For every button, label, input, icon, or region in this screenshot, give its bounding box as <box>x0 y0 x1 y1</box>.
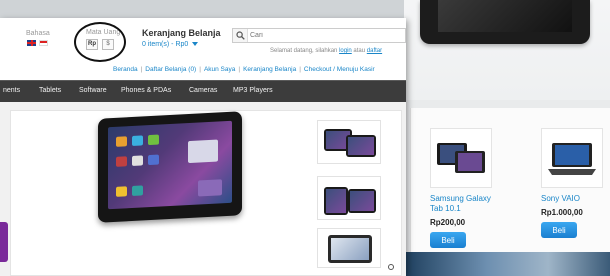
checkout-link[interactable]: Checkout / Menuju Kasir <box>304 66 375 73</box>
nav-item-tablets[interactable]: Tablets <box>39 87 61 94</box>
chevron-down-icon[interactable] <box>192 42 198 46</box>
app-icon <box>132 135 143 146</box>
wishlist-link[interactable]: Daftar Belanja (0) <box>145 66 196 73</box>
featured-tablet-image[interactable] <box>98 111 242 223</box>
nav-item-cameras[interactable]: Cameras <box>189 87 217 94</box>
product-image-sony-vaio[interactable] <box>541 128 603 188</box>
tablet-thumbnail-icon <box>328 235 372 263</box>
slider-thumbnail[interactable] <box>317 228 381 268</box>
search-box <box>232 28 406 43</box>
product-price: Rp200,00 <box>430 218 466 227</box>
category-nav: nents Tablets Software Phones & PDAs Cam… <box>0 80 406 102</box>
search-icon <box>236 31 245 40</box>
thumbnail-screen <box>350 191 374 211</box>
product-card-galaxy-tab: Samsung Galaxy Tab 10.1 Rp200,00 Beli <box>430 128 500 248</box>
slider-pager-dot[interactable] <box>388 264 394 270</box>
top-links-bar: Beranda | Daftar Belanja (0) | Akun Saya | Ker… <box>113 66 375 73</box>
background-photo-strip <box>404 252 610 276</box>
app-icon <box>132 155 143 166</box>
welcome-prefix: Selamat datang, silahkan <box>270 48 338 54</box>
galaxy-tab-image-icon <box>437 143 485 173</box>
welcome-or: atau <box>353 48 366 54</box>
product-card-sony-vaio: Sony VAIO Rp1.000,00 Beli <box>541 128 610 238</box>
thumbnail-screen <box>331 238 369 260</box>
tablet-screen <box>108 120 232 210</box>
cart-title: Keranjang Belanja <box>142 28 221 38</box>
search-input[interactable] <box>250 30 400 41</box>
tablet-thumbnail-icon <box>348 189 376 213</box>
thumbnail-screen <box>326 189 346 213</box>
app-icon <box>116 186 127 197</box>
widget-icon <box>188 139 218 164</box>
login-link[interactable]: login <box>339 48 352 54</box>
search-button[interactable] <box>233 29 248 42</box>
laptop-image-icon <box>548 143 596 175</box>
welcome-message: Selamat datang, silahkan login atau daft… <box>270 48 382 54</box>
divider: | <box>299 66 301 73</box>
language-label: Bahasa <box>26 30 50 37</box>
thumbnail-screen <box>348 137 374 155</box>
annotation-circle <box>74 22 126 62</box>
divider: | <box>140 66 143 73</box>
background-tablet-screen <box>438 0 572 32</box>
nav-item-phones[interactable]: Phones & PDAs <box>121 87 171 94</box>
divider: | <box>238 66 241 73</box>
product-name-link[interactable]: Sony VAIO <box>541 194 610 204</box>
uk-flag-icon[interactable] <box>27 40 36 46</box>
widget-icon <box>198 179 222 197</box>
account-link[interactable]: Akun Saya <box>204 66 235 73</box>
product-image-galaxy-tab[interactable] <box>430 128 492 188</box>
app-icon <box>148 134 159 146</box>
home-link[interactable]: Beranda <box>113 66 138 73</box>
background-banner-tablet-image <box>420 0 590 44</box>
app-icon <box>116 156 127 167</box>
store-header: Bahasa Mata Uang Rp $ Keranjang Belanja … <box>0 18 406 80</box>
buy-button[interactable]: Beli <box>541 222 577 238</box>
app-icon <box>148 154 159 166</box>
product-price: Rp1.000,00 <box>541 208 583 217</box>
register-link[interactable]: daftar <box>367 48 382 54</box>
shopping-cart-link[interactable]: Keranjang Belanja <box>243 66 296 73</box>
product-name-link[interactable]: Samsung Galaxy Tab 10.1 <box>430 194 500 214</box>
app-icon <box>116 136 127 147</box>
app-icon <box>132 185 143 196</box>
slider-thumbnail[interactable] <box>317 120 381 164</box>
slider-side-tab[interactable] <box>0 222 8 262</box>
buy-button[interactable]: Beli <box>430 232 466 248</box>
divider: | <box>199 66 201 73</box>
cart-summary-link[interactable]: 0 item(s) - Rp0 <box>142 41 188 48</box>
tablet-thumbnail-icon <box>324 187 348 215</box>
nav-item-software[interactable]: Software <box>79 87 107 94</box>
indonesia-flag-icon[interactable] <box>39 40 48 46</box>
nav-item-mp3-players[interactable]: MP3 Players <box>233 87 273 94</box>
slider-thumbnail[interactable] <box>317 176 381 220</box>
tablet-thumbnail-icon <box>346 135 376 157</box>
nav-item-components[interactable]: nents <box>3 87 20 94</box>
